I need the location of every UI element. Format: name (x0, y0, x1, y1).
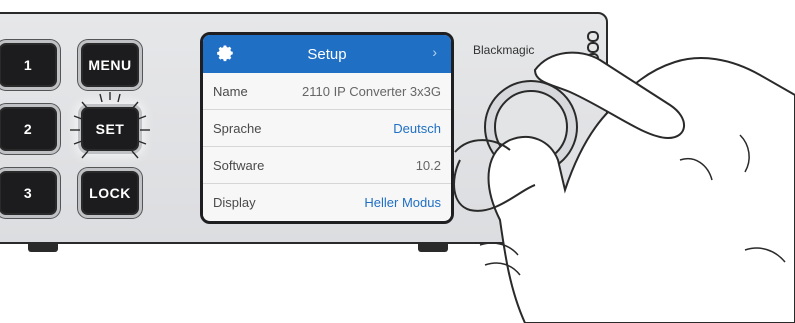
setting-value: 2110 IP Converter 3x3G (302, 83, 441, 99)
menu-button[interactable]: MENU (78, 40, 142, 90)
lcd-screen: Setup › Name 2110 IP Converter 3x3G Spra… (200, 32, 454, 224)
button-1[interactable]: 1 (0, 40, 60, 90)
screen-header: Setup › (203, 35, 451, 73)
button-2-label: 2 (23, 121, 33, 137)
setting-value: Heller Modus (364, 194, 441, 210)
hand-icon (453, 51, 795, 323)
button-1-label: 1 (23, 57, 33, 73)
screen-title: Setup (307, 45, 347, 63)
chevron-right-icon[interactable]: › (432, 44, 437, 60)
setting-row-software[interactable]: Software 10.2 (203, 147, 451, 184)
setting-label: Display (213, 194, 256, 210)
panel-foot-left (28, 244, 58, 252)
setting-row-name[interactable]: Name 2110 IP Converter 3x3G (203, 73, 451, 110)
button-2[interactable]: 2 (0, 104, 60, 154)
button-3[interactable]: 3 (0, 168, 60, 218)
setting-label: Sprache (213, 120, 262, 136)
menu-button-label: MENU (88, 57, 132, 73)
setting-label: Name (213, 83, 248, 99)
lock-button[interactable]: LOCK (78, 168, 142, 218)
setting-row-language[interactable]: Sprache Deutsch (203, 110, 451, 147)
glow-rays-icon (70, 92, 150, 159)
setting-value: Deutsch (393, 120, 441, 136)
lock-button-label: LOCK (89, 185, 131, 201)
setting-row-display[interactable]: Display Heller Modus (203, 184, 451, 220)
setting-value: 10.2 (415, 157, 441, 173)
gear-icon[interactable] (217, 44, 235, 62)
setting-label: Software (213, 157, 265, 173)
button-3-label: 3 (23, 185, 33, 201)
